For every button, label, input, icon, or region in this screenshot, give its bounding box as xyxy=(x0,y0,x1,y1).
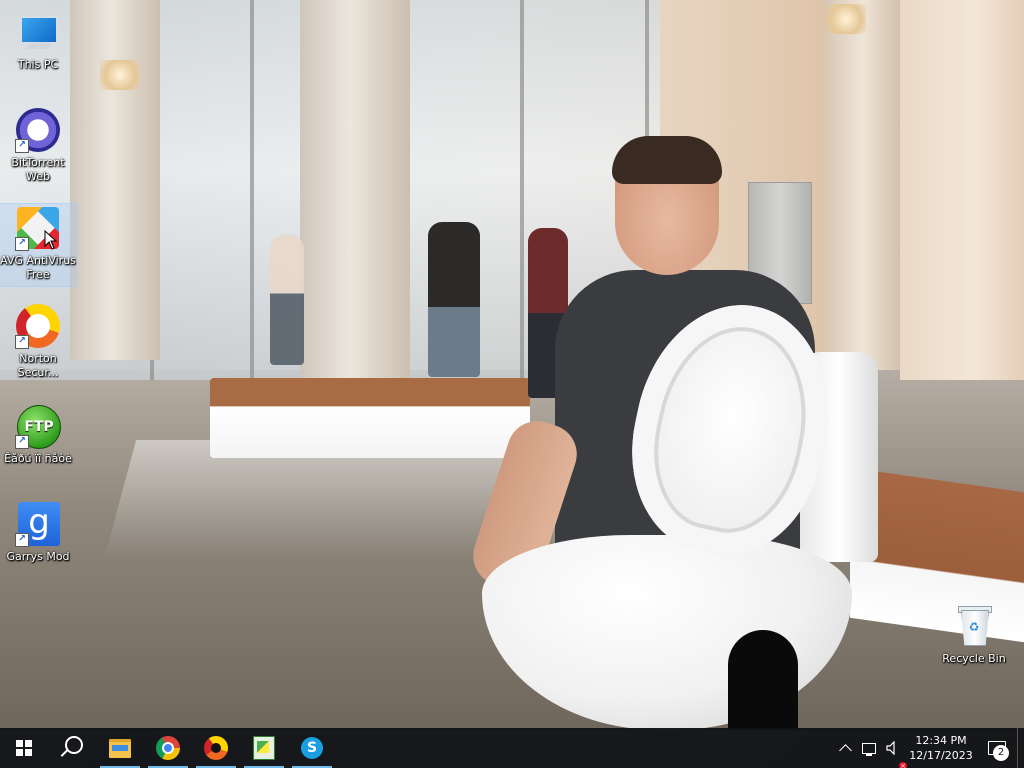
wallpaper-column xyxy=(825,0,900,370)
desktop-icon-avg[interactable]: ↗ AVG AntiVirus Free xyxy=(0,203,77,287)
skype-icon: S xyxy=(301,737,323,759)
wallpaper-glass-frame xyxy=(250,0,254,380)
desktop-icon-gmod[interactable]: g ↗ Garrys Mod xyxy=(0,500,76,564)
ftp-icon: FTP ↗ xyxy=(14,402,62,450)
wallpaper-column xyxy=(70,0,160,360)
notification-center-button[interactable]: 2 xyxy=(977,728,1017,768)
search-icon xyxy=(65,736,83,754)
clock-time: 12:34 PM xyxy=(915,734,967,747)
wallpaper-person xyxy=(270,235,304,365)
wallpaper-person xyxy=(428,222,480,377)
taskbar: S × 12:34 PM 12/17/2023 2 xyxy=(0,728,1024,768)
notification-count-badge: 2 xyxy=(993,745,1009,761)
network-icon xyxy=(862,742,876,756)
mute-badge-icon: × xyxy=(899,762,907,768)
wallpaper-glass-frame xyxy=(520,0,524,380)
wallpaper xyxy=(0,0,1024,768)
wallpaper-bench xyxy=(210,378,530,458)
taskbar-chrome[interactable] xyxy=(144,728,192,768)
windows-start-icon xyxy=(16,740,32,756)
desktop-icon-label: Norton Secur... xyxy=(17,352,59,379)
wallpaper-lamp xyxy=(826,4,866,34)
tray-network-button[interactable] xyxy=(857,728,881,768)
chrome-icon xyxy=(156,736,180,760)
system-tray: × 12:34 PM 12/17/2023 2 xyxy=(833,728,1024,768)
gmod-icon: g ↗ xyxy=(14,500,62,548)
desktop-icon-label: Recycle Bin xyxy=(942,652,1006,665)
recycle-icon: ♻ xyxy=(968,620,980,634)
shortcut-arrow-icon: ↗ xyxy=(15,335,29,349)
norton-icon: ↗ xyxy=(14,302,62,350)
desktop[interactable]: This PC ↗ BitTorrent Web ↗ AVG AntiVirus… xyxy=(0,0,1024,768)
shortcut-arrow-icon: ↗ xyxy=(15,533,29,547)
volume-muted-icon xyxy=(886,741,895,755)
wallpaper-column xyxy=(300,0,410,390)
desktop-icon-ftp[interactable]: FTP ↗ Êåðú ïî ñåòè xyxy=(0,402,76,466)
taskbar-skype[interactable]: S xyxy=(288,728,336,768)
mouse-cursor-icon xyxy=(44,230,58,250)
taskbar-spreadsheet[interactable] xyxy=(240,728,288,768)
clock-date: 12/17/2023 xyxy=(909,749,973,762)
show-desktop-button[interactable] xyxy=(1017,728,1024,768)
wallpaper-wall xyxy=(900,0,1024,380)
folder-icon xyxy=(109,738,131,758)
bittorrent-icon: ↗ xyxy=(14,106,62,154)
desktop-icon-label: This PC xyxy=(17,58,59,71)
desktop-icon-label: BitTorrent Web xyxy=(11,156,65,183)
desktop-icon-recycle-bin[interactable]: ♻ Recycle Bin xyxy=(936,602,1012,666)
desktop-icon-label: Êåðú ïî ñåòè xyxy=(4,452,72,465)
taskbar-norton[interactable] xyxy=(192,728,240,768)
tray-overflow-button[interactable] xyxy=(833,728,857,768)
desktop-icon-label: Garrys Mod xyxy=(6,550,70,563)
chevron-up-icon xyxy=(838,743,852,757)
wallpaper-lamp xyxy=(100,60,140,90)
computer-icon xyxy=(14,8,62,56)
norton-icon xyxy=(204,736,228,760)
search-button[interactable] xyxy=(48,728,96,768)
spreadsheet-icon xyxy=(253,736,275,760)
wallpaper-shadow xyxy=(728,630,798,730)
wallpaper-hair xyxy=(612,136,722,184)
desktop-icon-label: AVG AntiVirus Free xyxy=(0,254,76,281)
desktop-icon-bittorrent[interactable]: ↗ BitTorrent Web xyxy=(0,106,76,184)
shortcut-arrow-icon: ↗ xyxy=(15,237,29,251)
tray-volume-button[interactable]: × xyxy=(881,728,907,768)
recycle-bin-icon: ♻ xyxy=(950,602,998,650)
start-button[interactable] xyxy=(0,728,48,768)
desktop-icon-this-pc[interactable]: This PC xyxy=(0,8,76,72)
shortcut-arrow-icon: ↗ xyxy=(15,435,29,449)
taskbar-clock[interactable]: 12:34 PM 12/17/2023 xyxy=(905,728,977,768)
shortcut-arrow-icon: ↗ xyxy=(15,139,29,153)
desktop-icon-norton[interactable]: ↗ Norton Secur... xyxy=(0,302,76,380)
taskbar-file-explorer[interactable] xyxy=(96,728,144,768)
